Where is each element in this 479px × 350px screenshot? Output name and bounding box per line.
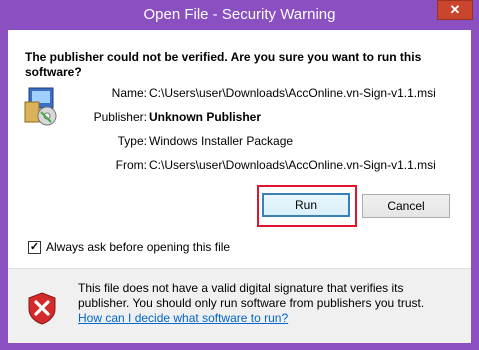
warning-panel: This file does not have a valid digital … xyxy=(8,268,471,343)
detail-row-name: Name: C:\Users\user\Downloads\AccOnline.… xyxy=(8,86,471,102)
checkmark-icon: ✓ xyxy=(29,240,40,253)
detail-row-type: Type: Windows Installer Package xyxy=(8,134,471,150)
detail-label: Type: xyxy=(117,134,147,148)
detail-value: Unknown Publisher xyxy=(149,110,262,124)
always-ask-label: Always ask before opening this file xyxy=(46,240,231,254)
detail-value: C:\Users\user\Downloads\AccOnline.vn-Sig… xyxy=(149,158,436,172)
detail-value: C:\Users\user\Downloads\AccOnline.vn-Sig… xyxy=(149,86,436,100)
detail-row-publisher: Publisher: Unknown Publisher xyxy=(8,110,471,126)
dialog-body: The publisher could not be verified. Are… xyxy=(8,30,471,343)
cancel-button[interactable]: Cancel xyxy=(362,194,450,218)
detail-label: From: xyxy=(115,158,147,172)
question-text: The publisher could not be verified. Are… xyxy=(25,50,422,79)
security-shield-icon xyxy=(26,291,58,325)
detail-value: Windows Installer Package xyxy=(149,134,294,148)
always-ask-checkbox[interactable]: ✓ xyxy=(28,240,41,254)
run-button[interactable]: Run xyxy=(262,193,350,217)
warning-message: This file does not have a valid digital … xyxy=(78,281,458,326)
help-link[interactable]: How can I decide what software to run? xyxy=(78,311,458,326)
always-ask-row[interactable]: ✓ Always ask before opening this file xyxy=(28,239,230,255)
detail-label: Publisher: xyxy=(93,110,147,124)
close-icon: ✕ xyxy=(449,2,461,17)
warning-text: This file does not have a valid digital … xyxy=(78,281,425,310)
dialog-window: Open File - Security Warning ✕ The publi… xyxy=(0,0,479,350)
detail-label: Name: xyxy=(111,86,147,100)
detail-row-from: From: C:\Users\user\Downloads\AccOnline.… xyxy=(8,158,471,174)
window-title: Open File - Security Warning xyxy=(143,6,336,23)
close-button[interactable]: ✕ xyxy=(437,0,473,20)
title-bar[interactable]: Open File - Security Warning ✕ xyxy=(0,0,479,30)
